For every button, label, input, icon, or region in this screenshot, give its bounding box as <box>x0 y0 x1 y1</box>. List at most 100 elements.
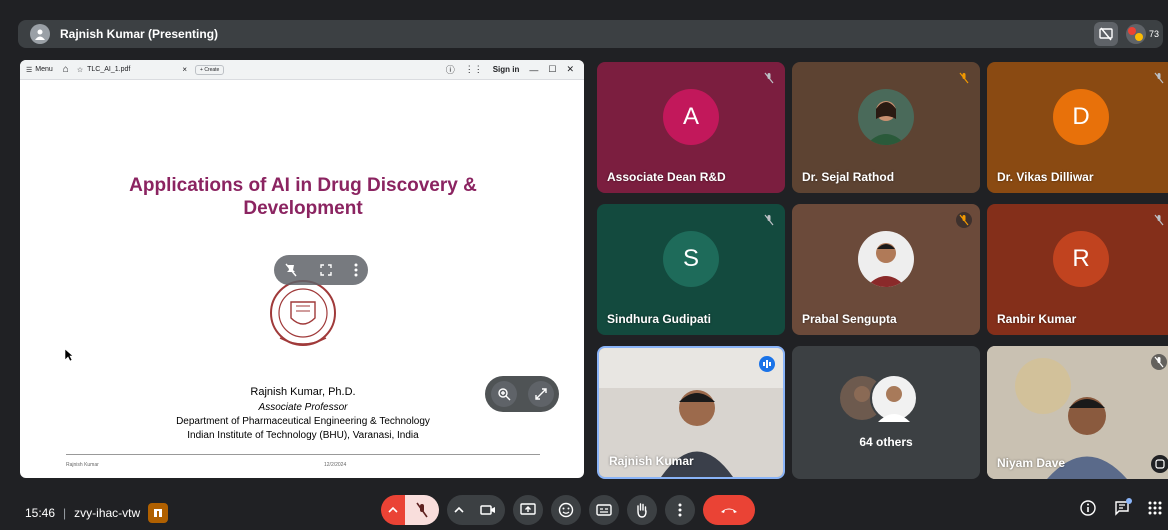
fullscreen-icon <box>534 388 547 400</box>
mic-off-icon <box>1151 70 1167 86</box>
author-department: Department of Pharmaceutical Engineering… <box>176 416 430 427</box>
slide: Applications of AI in Drug Discovery & D… <box>36 90 570 478</box>
chevron-up-icon <box>454 506 464 513</box>
participant-tile-niyam-dave[interactable]: Niyam Dave <box>987 346 1168 479</box>
author-institute: Indian Institute of Technology (BHU), Va… <box>187 430 419 441</box>
speaking-indicator-icon <box>759 356 775 372</box>
avatar: D <box>1053 89 1109 146</box>
slide-overlay-controls[interactable] <box>274 255 368 285</box>
close-tab-icon[interactable]: × <box>182 65 187 74</box>
participant-tile-sejal-rathod[interactable]: Dr. Sejal Rathod <box>792 62 980 193</box>
participant-name: Dr. Sejal Rathod <box>802 170 895 184</box>
meeting-controls-bar: 15:46 | zvy-ihac-vtw <box>0 492 1168 530</box>
hamburger-icon: ☰ <box>26 66 33 74</box>
mic-off-icon <box>956 212 972 228</box>
camera-toggle-button[interactable] <box>471 495 505 525</box>
more-vert-icon <box>354 263 358 277</box>
presenter-name: Rajnish Kumar (Presenting) <box>60 27 219 41</box>
menu-label: Menu <box>35 66 53 73</box>
chat-icon[interactable] <box>1114 498 1132 521</box>
present-button[interactable] <box>513 495 543 525</box>
create-button[interactable]: + Create <box>195 64 225 75</box>
separator: | <box>63 506 67 520</box>
avatar: A <box>663 89 719 146</box>
raise-hand-button[interactable] <box>627 495 657 525</box>
mic-off-icon <box>1151 354 1167 370</box>
mic-off-icon <box>761 70 777 86</box>
hang-up-icon <box>721 508 737 513</box>
emoji-button[interactable] <box>551 495 581 525</box>
participant-tile-others[interactable]: 64 others <box>792 346 980 479</box>
participant-name: Ranbir Kumar <box>997 312 1077 326</box>
zoom-in-button[interactable] <box>490 381 517 407</box>
participants-button[interactable]: 73 <box>1125 24 1159 44</box>
participant-name: Rajnish Kumar <box>609 454 694 468</box>
participant-tile-sindhura-gudipati[interactable]: S Sindhura Gudipati <box>597 204 785 335</box>
camera-control <box>447 495 505 525</box>
mic-options-button[interactable] <box>381 495 405 525</box>
activities-icon[interactable] <box>148 503 169 523</box>
participant-tile-ranbir-kumar[interactable]: R Ranbir Kumar <box>987 204 1168 335</box>
zoom-in-icon <box>497 388 510 401</box>
slide-title: Applications of AI in Drug Discovery & D… <box>129 175 477 219</box>
camera-icon <box>480 505 495 515</box>
captions-icon <box>596 504 612 516</box>
menu-button[interactable]: ☰ Menu <box>26 66 53 74</box>
mic-off-icon <box>956 70 972 86</box>
slide-footer-author: Rajnish Kumar <box>66 462 99 468</box>
meeting-code: zvy-ihac-vtw <box>74 506 141 520</box>
mic-off-icon <box>416 502 428 518</box>
chevron-up-icon <box>388 506 398 513</box>
mouse-cursor-icon <box>64 348 74 362</box>
presenter-avatar <box>30 24 50 44</box>
browser-toolbar: ☰ Menu ⌂ ☆ TLC_AI_1.pdf × + Create ⓘ ⋮⋮ … <box>20 60 584 80</box>
slide-footer-divider <box>66 454 540 455</box>
apps-icon[interactable]: ⋮⋮ <box>465 64 483 75</box>
activities-grid-icon[interactable] <box>1148 501 1162 520</box>
presenter-bar: Rajnish Kumar (Presenting) 73 <box>18 20 1163 48</box>
tab-title: TLC_AI_1.pdf <box>87 66 131 73</box>
participant-name: Associate Dean R&D <box>607 170 726 184</box>
participant-tile-associate-dean[interactable]: A Associate Dean R&D <box>597 62 785 193</box>
participant-name: Dr. Vikas Dilliwar <box>997 170 1094 184</box>
browser-tab[interactable]: ☆ TLC_AI_1.pdf <box>77 66 130 74</box>
participant-name: Prabal Sengupta <box>802 312 897 326</box>
chat-notification-dot <box>1126 498 1132 504</box>
info-icon[interactable]: ⓘ <box>446 63 455 76</box>
participant-count: 73 <box>1148 29 1159 39</box>
others-avatars <box>838 374 918 422</box>
participant-name: Niyam Dave <box>997 456 1066 470</box>
close-icon[interactable]: ✕ <box>566 64 574 75</box>
mic-toggle-button[interactable] <box>405 495 439 525</box>
leave-call-button[interactable] <box>703 495 755 525</box>
fullscreen-button[interactable] <box>527 381 554 407</box>
maximize-icon[interactable]: ☐ <box>548 64 556 75</box>
mic-off-icon <box>761 212 777 228</box>
raise-hand-icon <box>637 503 647 518</box>
emoji-icon <box>558 502 574 518</box>
minimize-icon[interactable]: — <box>529 65 538 75</box>
participant-tile-vikas-dilliwar[interactable]: D Dr. Vikas Dilliwar <box>987 62 1168 193</box>
shared-screen: ☰ Menu ⌂ ☆ TLC_AI_1.pdf × + Create ⓘ ⋮⋮ … <box>20 60 584 478</box>
participant-tile-rajnish-kumar[interactable]: Rajnish Kumar <box>597 346 785 479</box>
captions-button[interactable] <box>589 495 619 525</box>
avatar: R <box>1053 231 1109 288</box>
home-icon[interactable]: ⌂ <box>63 64 69 75</box>
stop-presenting-button[interactable] <box>1093 22 1118 46</box>
tile-options-icon[interactable] <box>1151 455 1168 473</box>
mic-control <box>381 495 439 525</box>
avatar: S <box>663 231 719 288</box>
camera-options-button[interactable] <box>447 495 471 525</box>
slide-footer-date: 12/2/2024 <box>324 462 347 468</box>
more-options-button[interactable] <box>665 495 695 525</box>
mic-off-icon <box>1151 212 1167 228</box>
present-icon <box>520 503 536 515</box>
avatar <box>858 231 914 288</box>
clock: 15:46 <box>25 506 56 520</box>
meeting-details-icon[interactable] <box>1080 500 1096 521</box>
avatar <box>858 89 914 146</box>
others-count-label: 64 others <box>859 435 913 449</box>
participant-tile-prabal-sengupta[interactable]: Prabal Sengupta <box>792 204 980 335</box>
participant-name: Sindhura Gudipati <box>607 312 711 326</box>
sign-in-link[interactable]: Sign in <box>493 65 520 74</box>
